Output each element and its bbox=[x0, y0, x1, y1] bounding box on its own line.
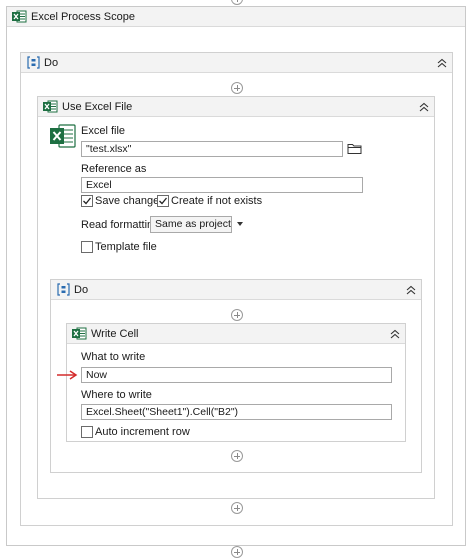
outer-do-title: Do bbox=[44, 56, 59, 69]
add-activity-icon[interactable] bbox=[231, 82, 243, 94]
excel-process-scope-title: Excel Process Scope bbox=[31, 10, 135, 23]
excel-logo-icon bbox=[50, 124, 76, 148]
auto-increment-row-label: Auto increment row bbox=[95, 426, 190, 438]
excel-icon bbox=[12, 10, 27, 23]
collapse-chevron-icon[interactable] bbox=[388, 327, 401, 340]
reference-as-label: Reference as bbox=[81, 163, 147, 175]
excel-icon bbox=[43, 100, 58, 113]
auto-increment-row-checkbox[interactable] bbox=[81, 426, 93, 438]
read-formatting-label: Read formatting bbox=[81, 219, 160, 231]
inner-do-header[interactable]: Do bbox=[51, 280, 421, 300]
read-formatting-value: Same as project bbox=[155, 218, 231, 230]
add-activity-bottom[interactable] bbox=[231, 546, 243, 558]
read-formatting-dropdown[interactable]: Same as project bbox=[150, 216, 243, 233]
what-to-write-input[interactable]: Now bbox=[81, 367, 392, 383]
create-if-not-exists-checkbox[interactable] bbox=[157, 195, 169, 207]
save-changes-label: Save changes bbox=[95, 195, 165, 207]
save-changes-checkbox[interactable] bbox=[81, 195, 93, 207]
excel-file-label: Excel file bbox=[81, 125, 126, 137]
excel-file-input[interactable]: "test.xlsx" bbox=[81, 141, 343, 157]
create-if-not-exists-label: Create if not exists bbox=[171, 195, 263, 207]
use-excel-file-title: Use Excel File bbox=[62, 100, 133, 113]
arrow-icon bbox=[57, 370, 78, 380]
collapse-chevron-icon[interactable] bbox=[417, 100, 430, 113]
excel-icon bbox=[72, 327, 87, 340]
reference-as-input[interactable]: Excel bbox=[81, 177, 363, 193]
add-activity-icon[interactable] bbox=[231, 309, 243, 321]
template-file-checkbox[interactable] bbox=[81, 241, 93, 253]
add-activity-icon[interactable] bbox=[231, 450, 243, 462]
sequence-icon bbox=[57, 283, 70, 296]
where-to-write-label: Where to write bbox=[81, 389, 152, 401]
chevron-down-icon bbox=[236, 222, 243, 227]
collapse-chevron-icon[interactable] bbox=[435, 56, 448, 69]
folder-icon[interactable] bbox=[347, 142, 362, 155]
use-excel-file-header[interactable]: Use Excel File bbox=[38, 97, 434, 117]
excel-process-scope-header[interactable]: Excel Process Scope bbox=[7, 7, 465, 27]
template-file-label: Template file bbox=[95, 241, 157, 253]
add-activity-top[interactable] bbox=[231, 0, 243, 5]
where-to-write-input[interactable]: Excel.Sheet("Sheet1").Cell("B2") bbox=[81, 404, 392, 420]
outer-do-header[interactable]: Do bbox=[21, 53, 452, 73]
sequence-icon bbox=[27, 56, 40, 69]
write-cell-header[interactable]: Write Cell bbox=[67, 324, 405, 344]
write-cell-title: Write Cell bbox=[91, 327, 139, 340]
inner-do-title: Do bbox=[74, 283, 89, 296]
add-activity-icon[interactable] bbox=[231, 502, 243, 514]
what-to-write-label: What to write bbox=[81, 351, 146, 363]
collapse-chevron-icon[interactable] bbox=[404, 283, 417, 296]
